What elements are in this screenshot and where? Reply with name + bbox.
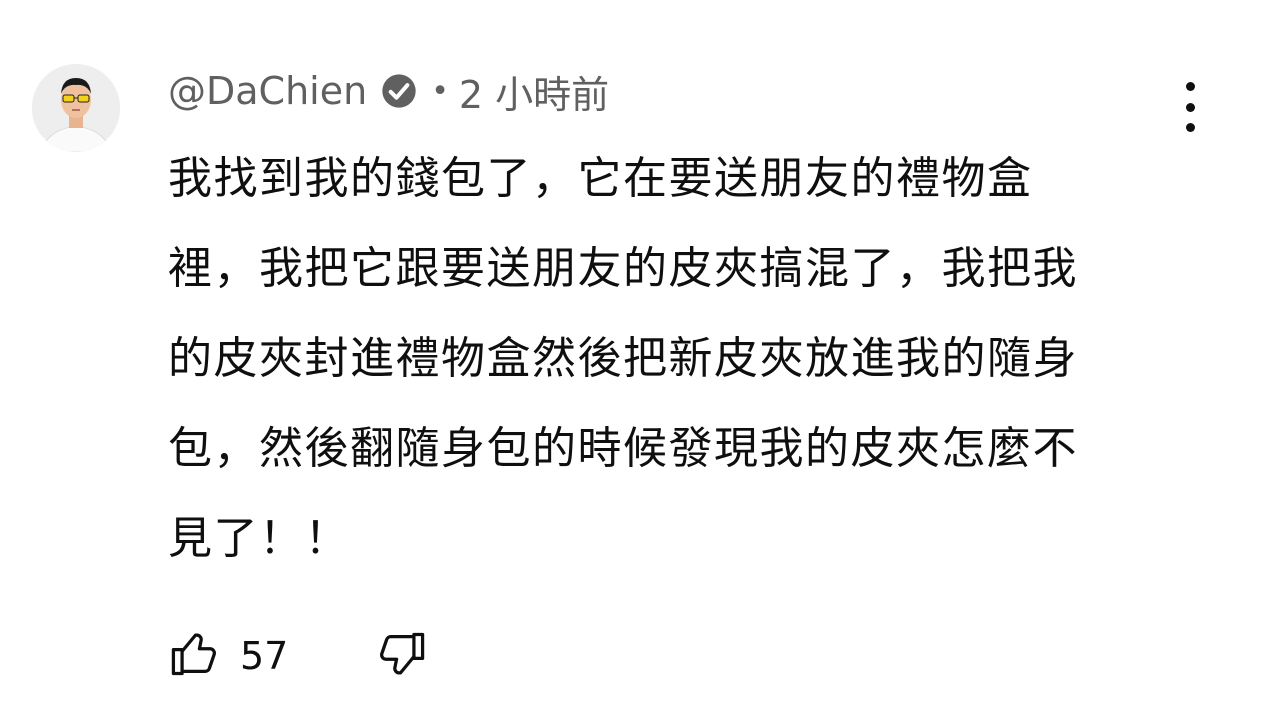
comment-text-line: 的皮夾封進禮物盒然後把新皮夾放進我的隨身 <box>168 333 1078 384</box>
thumbs-down-icon <box>376 628 428 684</box>
menu-dot <box>1185 123 1195 132</box>
comment-actions: 57 <box>168 628 428 684</box>
like-button[interactable]: 57 <box>168 628 288 684</box>
dislike-button[interactable] <box>376 628 428 684</box>
comment-text: 我找到我的錢包了，它在要送朋友的禮物盒 裡，我把它跟要送朋友的皮夾搞混了，我把我… <box>168 134 1168 584</box>
comment-header: @DaChien • 2 小時前 <box>168 64 609 119</box>
menu-dot <box>1185 102 1195 112</box>
menu-dot <box>1185 82 1195 91</box>
author-handle[interactable]: @DaChien <box>168 69 367 113</box>
timestamp[interactable]: 2 小時前 <box>459 64 609 119</box>
like-count: 57 <box>240 634 289 678</box>
separator-dot: • <box>431 73 449 109</box>
avatar-image <box>32 64 120 152</box>
more-vertical-icon[interactable] <box>1170 82 1210 132</box>
comment-text-line: 見了！！ <box>168 513 350 564</box>
check-circle-icon <box>379 71 419 111</box>
avatar[interactable] <box>32 64 120 152</box>
comment-text-line: 我找到我的錢包了，它在要送朋友的禮物盒 <box>168 153 1033 204</box>
comment-card: @DaChien • 2 小時前 我找到我的錢包了，它在要送朋友的禮物盒 裡，我… <box>0 0 1280 723</box>
comment-text-line: 包，然後翻隨身包的時候發現我的皮夾怎麼不 <box>168 423 1078 474</box>
thumbs-up-icon <box>168 628 220 684</box>
comment-text-line: 裡，我把它跟要送朋友的皮夾搞混了，我把我 <box>168 243 1078 294</box>
